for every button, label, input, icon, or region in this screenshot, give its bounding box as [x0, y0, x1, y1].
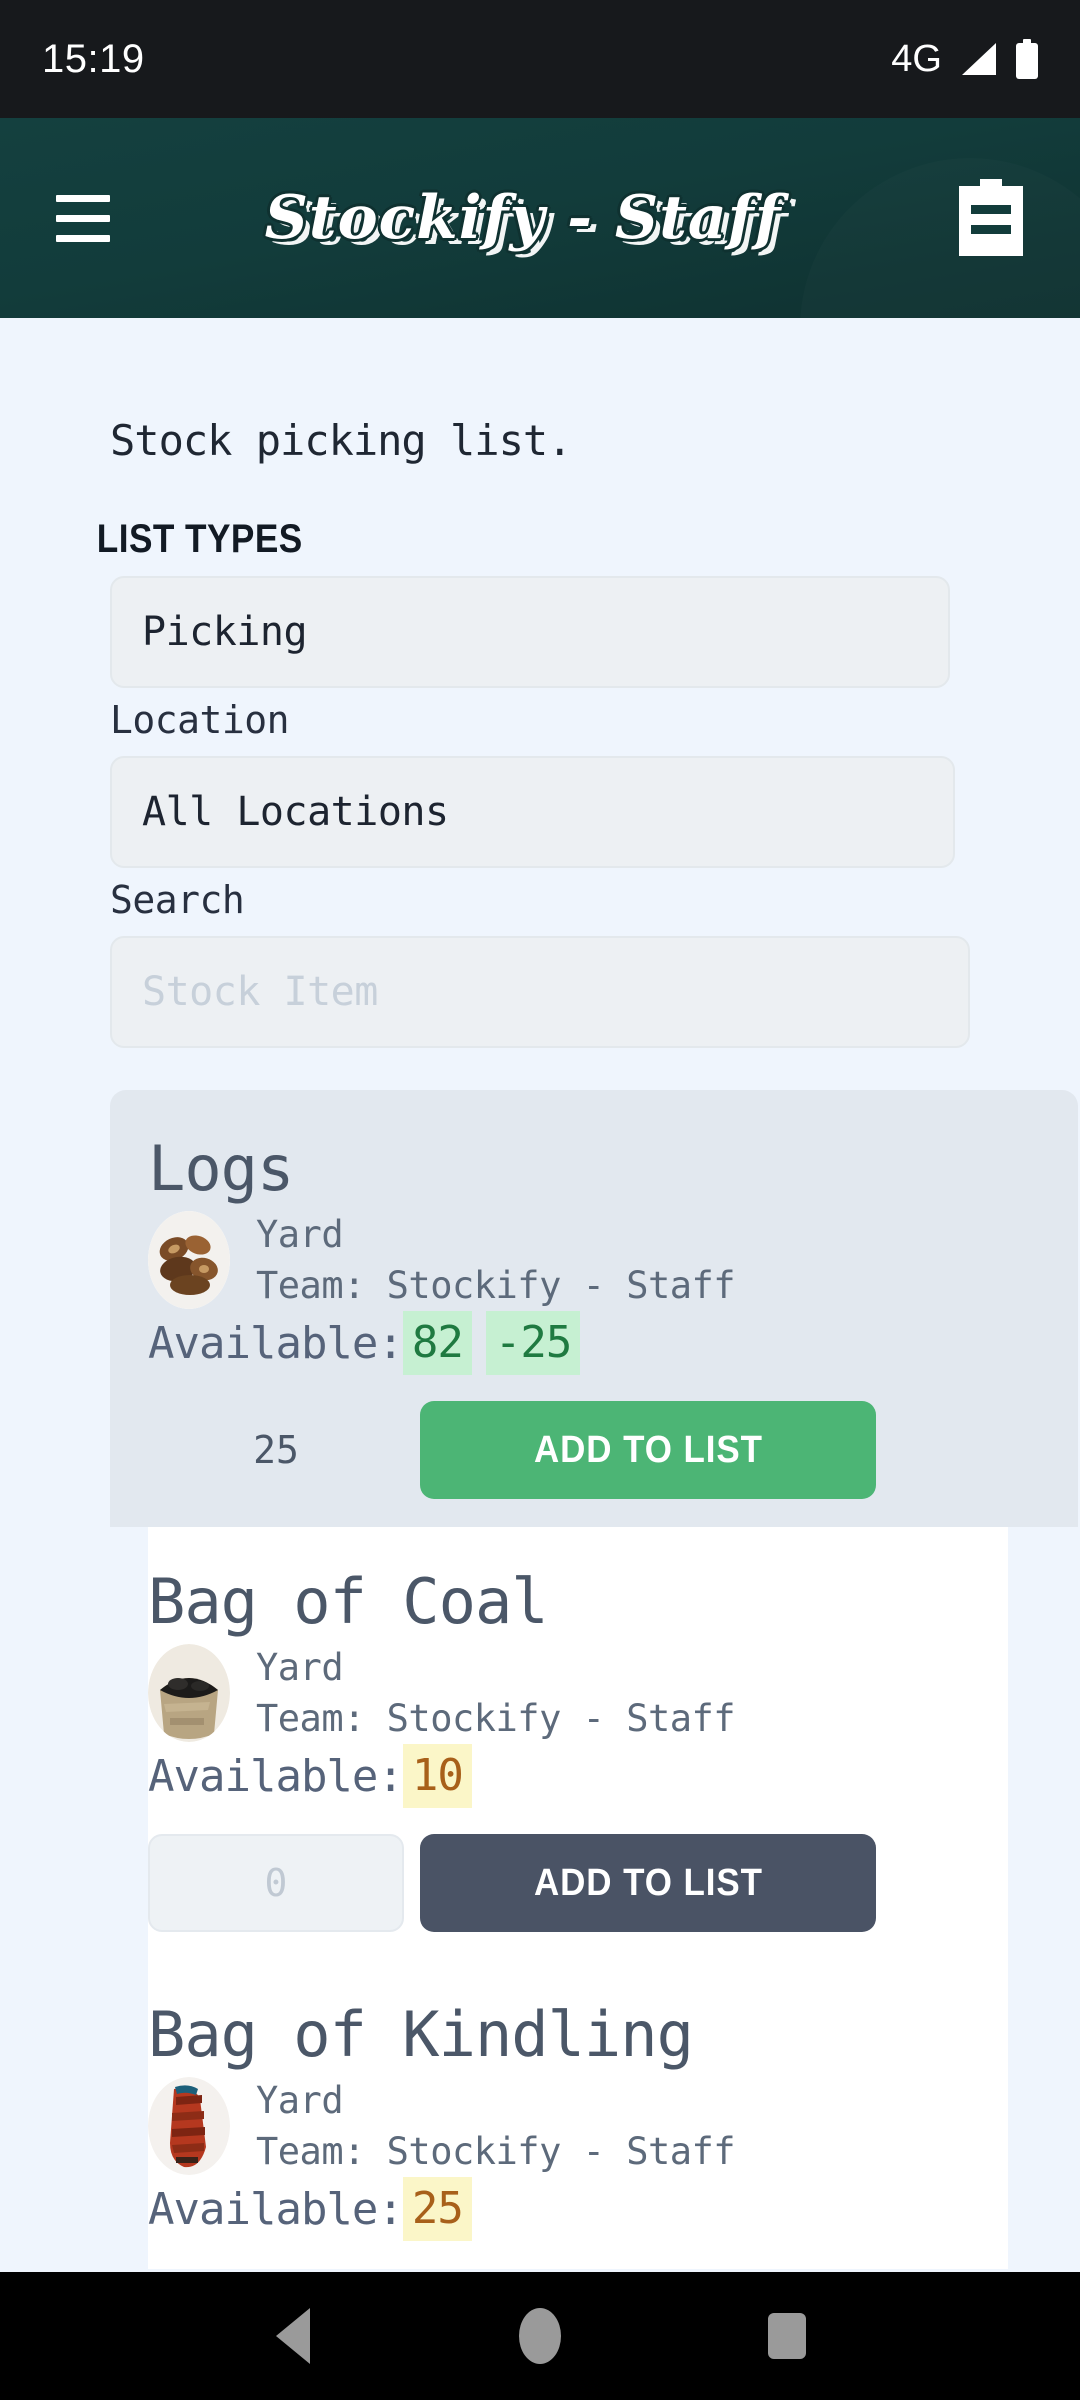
status-time: 15:19: [42, 36, 145, 81]
stock-item-card[interactable]: Logs Yard Team: Stockify - Staff Availab…: [110, 1090, 1078, 1527]
item-action-row: 25 ADD TO LIST: [110, 1401, 1078, 1499]
stock-item-card[interactable]: Bag of Coal Yard Team: Stockify - Staff …: [148, 1527, 1008, 1960]
adjustment-badge: -25: [485, 1311, 581, 1375]
available-badge: 10: [402, 1744, 472, 1808]
available-badge: 25: [402, 2177, 472, 2241]
item-action-row: 0 ADD TO LIST: [148, 1834, 1008, 1932]
item-meta-row: Yard Team: Stockify - Staff: [148, 1644, 1008, 1742]
quantity-value: 25: [253, 1428, 299, 1472]
clipboard-button[interactable]: [936, 163, 1046, 273]
item-team: Team: Stockify - Staff: [256, 1264, 736, 1307]
item-meta-row: Yard Team: Stockify - Staff: [110, 1211, 1078, 1309]
status-bar: 15:19 4G: [0, 0, 1080, 118]
available-label: Available:: [148, 1750, 404, 1802]
item-availability-row: Available: 82 -25: [110, 1311, 1078, 1375]
stock-item-list: Logs Yard Team: Stockify - Staff Availab…: [0, 1090, 1080, 2269]
quantity-placeholder: 0: [264, 1861, 288, 1905]
back-triangle-icon: [276, 2308, 311, 2364]
add-to-list-button[interactable]: ADD TO LIST: [420, 1401, 876, 1499]
clipboard-icon: [959, 179, 1023, 256]
android-nav-bar: [0, 2272, 1080, 2400]
item-meta-lines: Yard Team: Stockify - Staff: [256, 1646, 736, 1740]
item-name: Bag of Kindling: [148, 1998, 694, 2071]
signal-bars-icon: [962, 43, 996, 75]
item-team: Team: Stockify - Staff: [256, 2130, 736, 2173]
item-meta-row: Yard Team: Stockify - Staff: [148, 2077, 1008, 2175]
item-location: Yard: [256, 2079, 344, 2122]
available-label: Available:: [148, 2183, 404, 2235]
list-type-select[interactable]: Picking: [110, 576, 950, 688]
phone-screen: 15:19 4G Stockify - Staff Stock picking …: [0, 0, 1080, 2400]
available-badge: 82: [402, 1311, 472, 1375]
add-to-list-label: ADD TO LIST: [533, 1428, 763, 1471]
main-content: Stock picking list. LIST TYPES Picking L…: [0, 318, 1080, 2272]
list-type-value: Picking: [142, 609, 308, 655]
home-circle-icon: [518, 2308, 561, 2364]
item-location: Yard: [256, 1646, 344, 1689]
item-team: Team: Stockify - Staff: [256, 1697, 736, 1740]
location-value: All Locations: [142, 789, 449, 835]
home-button[interactable]: [505, 2301, 575, 2371]
recents-button[interactable]: [752, 2301, 822, 2371]
location-label: Location: [110, 698, 290, 742]
item-name: Bag of Coal: [148, 1565, 549, 1638]
network-type-label: 4G: [891, 37, 942, 80]
recents-square-icon: [767, 2313, 806, 2359]
app-bar: Stockify - Staff: [0, 118, 1080, 318]
item-availability-row: Available: 10: [148, 1744, 1008, 1808]
quantity-input[interactable]: 0: [148, 1834, 404, 1932]
search-placeholder: Stock Item: [142, 969, 378, 1015]
item-meta-lines: Yard Team: Stockify - Staff: [256, 2079, 736, 2173]
item-availability-row: Available: 25: [148, 2177, 1008, 2241]
item-location: Yard: [256, 1213, 344, 1256]
app-title: Stockify - Staff: [264, 183, 782, 253]
search-label: Search: [110, 878, 245, 922]
coal-photo: [148, 1644, 230, 1742]
intro-text: Stock picking list.: [110, 416, 572, 465]
status-icons: 4G: [891, 38, 1040, 81]
stock-item-card[interactable]: Bag of Kindling Yard Team: Stockify - St…: [148, 1960, 1008, 2269]
search-input[interactable]: Stock Item: [110, 936, 970, 1048]
available-label: Available:: [148, 1317, 404, 1369]
kindling-photo: [148, 2077, 230, 2175]
item-meta-lines: Yard Team: Stockify - Staff: [256, 1213, 736, 1307]
quantity-input[interactable]: 25: [148, 1401, 404, 1499]
item-name: Logs: [148, 1132, 294, 1205]
add-to-list-label: ADD TO LIST: [533, 1861, 763, 1904]
logs-photo: [148, 1211, 230, 1309]
battery-full-icon: [1016, 39, 1038, 79]
list-types-label: LIST TYPES: [96, 517, 303, 561]
add-to-list-button[interactable]: ADD TO LIST: [420, 1834, 876, 1932]
hamburger-menu-icon[interactable]: [56, 194, 110, 242]
location-select[interactable]: All Locations: [110, 756, 955, 868]
back-button[interactable]: [258, 2301, 328, 2371]
